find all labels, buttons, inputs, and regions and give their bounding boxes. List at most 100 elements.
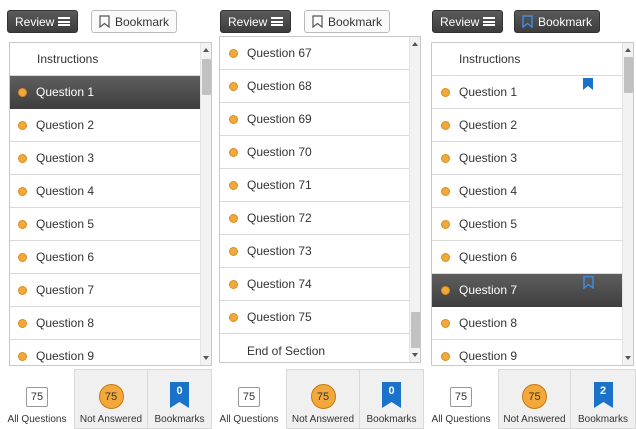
item-label: Question 2 (36, 118, 95, 132)
bookmarks-tab[interactable]: 0 Bookmarks (147, 369, 212, 429)
bookmark-label: Bookmark (328, 14, 383, 29)
list-item-question-69[interactable]: Question 69 (220, 103, 410, 136)
status-dot-icon (441, 252, 450, 262)
list-item-question-3[interactable]: Question 3 (432, 142, 623, 175)
item-label: Question 6 (36, 250, 95, 264)
list-item-question-75[interactable]: Question 75 (220, 301, 410, 334)
not-answered-tab[interactable]: 75 Not Answered (286, 369, 360, 429)
list-item-question-67[interactable]: Question 67 (220, 37, 410, 70)
status-dot-icon (229, 279, 238, 289)
item-label: Question 68 (247, 79, 312, 93)
list-item-question-2[interactable]: Question 2 (432, 109, 623, 142)
not-answered-count: 75 (310, 384, 336, 409)
list-item-question-6[interactable]: Question 6 (10, 241, 201, 274)
list-item-question-70[interactable]: Question 70 (220, 136, 410, 169)
scroll-down-icon[interactable] (412, 353, 418, 357)
list-item-question-8[interactable]: Question 8 (10, 307, 201, 340)
item-label: Question 6 (459, 250, 518, 264)
list-item-question-72[interactable]: Question 72 (220, 202, 410, 235)
not-answered-count: 75 (98, 384, 124, 409)
list-lines-icon (58, 17, 71, 26)
status-dot-icon (441, 120, 450, 130)
review-button[interactable]: Review (432, 10, 504, 33)
item-label: Question 5 (459, 217, 518, 231)
not-answered-tab[interactable]: 75 Not Answered (74, 369, 148, 429)
list-item-question-68[interactable]: Question 68 (220, 70, 410, 103)
list-item-question-1[interactable]: Question 1 (432, 76, 623, 109)
list-item-question-5[interactable]: Question 5 (10, 208, 201, 241)
list-item-question-9[interactable]: Question 9 (10, 340, 201, 365)
list-item-question-7[interactable]: Question 7 (432, 274, 623, 307)
bookmark-count-icon: 0 (382, 382, 401, 408)
item-label: Question 73 (247, 244, 312, 258)
not-answered-count: 75 (522, 384, 547, 409)
bookmark-flag-icon (583, 276, 594, 289)
bookmarks-tab[interactable]: 0 Bookmarks (359, 369, 424, 429)
status-dot-icon (229, 213, 238, 223)
list-item-question-4[interactable]: Question 4 (10, 175, 201, 208)
list-item-question-6[interactable]: Question 6 (432, 241, 623, 274)
status-dot-icon (441, 285, 450, 295)
all-questions-tab[interactable]: 75 All Questions (212, 369, 286, 429)
not-answered-tab[interactable]: 75 Not Answered (498, 369, 571, 429)
scroll-up-icon[interactable] (412, 42, 418, 46)
list-item-question-3[interactable]: Question 3 (10, 142, 201, 175)
bookmark-button[interactable]: Bookmark (304, 10, 391, 33)
summary-footer: 75 All Questions 75 Not Answered 0 Bookm… (212, 369, 424, 429)
toolbar: Review Bookmark (0, 0, 212, 42)
review-button[interactable]: Review (7, 10, 79, 33)
all-questions-label: All Questions (431, 414, 491, 425)
scroll-thumb[interactable] (411, 312, 420, 348)
scroll-down-icon[interactable] (625, 356, 631, 360)
list-item-question-9[interactable]: Question 9 (432, 340, 623, 365)
status-dot-icon (229, 180, 238, 190)
review-label: Review (15, 14, 55, 29)
bookmarks-label: Bookmarks (577, 414, 628, 425)
scroll-thumb[interactable] (202, 59, 211, 95)
item-label: Question 2 (459, 118, 518, 132)
item-label: Question 74 (247, 277, 312, 291)
item-label: Question 9 (459, 349, 518, 363)
list-item-question-2[interactable]: Question 2 (10, 109, 201, 142)
list-item-question-4[interactable]: Question 4 (432, 175, 623, 208)
list-scrollbar[interactable] (622, 43, 633, 365)
not-answered-label: Not Answered (503, 414, 566, 425)
review-button[interactable]: Review (220, 10, 292, 33)
scroll-up-icon[interactable] (203, 48, 209, 52)
list-item-question-73[interactable]: Question 73 (220, 235, 410, 268)
status-dot-icon (229, 114, 238, 124)
bookmarks-tab[interactable]: 2 Bookmarks (570, 369, 636, 429)
scroll-down-icon[interactable] (203, 356, 209, 360)
all-questions-tab[interactable]: 75 All Questions (0, 369, 74, 429)
list-item-question-71[interactable]: Question 71 (220, 169, 410, 202)
list-item-question-74[interactable]: Question 74 (220, 268, 410, 301)
status-dot-icon (18, 252, 27, 262)
bookmark-icon (99, 15, 110, 28)
item-label: Question 5 (36, 217, 95, 231)
bookmark-button[interactable]: Bookmark (91, 10, 178, 33)
scroll-thumb[interactable] (624, 57, 633, 93)
list-item-instructions[interactable]: Instructions (10, 43, 201, 76)
status-dot-icon (18, 153, 27, 163)
list-item-question-1[interactable]: Question 1 (10, 76, 201, 109)
bookmark-flag-icon (583, 78, 593, 90)
question-list: Instructions Question 1 Question 2 Quest… (431, 42, 634, 366)
bookmark-button[interactable]: Bookmark (514, 10, 601, 33)
item-label: Question 7 (36, 283, 95, 297)
list-item-question-8[interactable]: Question 8 (432, 307, 623, 340)
bookmarks-label: Bookmarks (154, 414, 205, 425)
all-questions-count: 75 (450, 387, 472, 407)
status-dot-icon (229, 48, 238, 58)
bookmarks-count: 0 (388, 385, 395, 397)
list-item-end-of-section[interactable]: End of Section (220, 334, 410, 362)
item-label: Question 75 (247, 310, 312, 324)
list-item-instructions[interactable]: Instructions (432, 43, 623, 76)
list-item-question-5[interactable]: Question 5 (432, 208, 623, 241)
list-scrollbar[interactable] (200, 43, 211, 365)
item-label: Question 8 (36, 316, 95, 330)
all-questions-tab[interactable]: 75 All Questions (424, 369, 498, 429)
question-list: Instructions Question 1 Question 2 Quest… (9, 42, 212, 366)
list-item-question-7[interactable]: Question 7 (10, 274, 201, 307)
scroll-up-icon[interactable] (625, 48, 631, 52)
list-scrollbar[interactable] (409, 37, 420, 362)
